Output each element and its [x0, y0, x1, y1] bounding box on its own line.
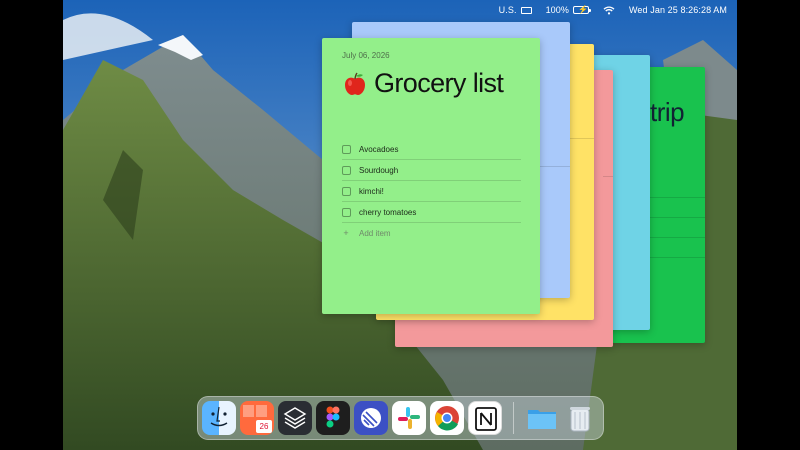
calendar-icon[interactable]: 26	[240, 401, 274, 435]
dock-divider	[513, 402, 514, 434]
checkbox[interactable]	[342, 186, 351, 196]
finder-icon[interactable]	[202, 401, 236, 435]
menu-bar: U.S. 100% ⚡ Wed Jan 25 8:26:28 AM	[63, 0, 737, 20]
item-label: Avocadoes	[359, 144, 399, 154]
plus-icon: +	[343, 228, 349, 238]
background-note-title: trip	[650, 97, 685, 127]
list-item[interactable]: kimchi!	[342, 181, 521, 202]
list-item[interactable]: Sourdough	[342, 160, 521, 181]
input-source-menu[interactable]: U.S.	[499, 5, 532, 15]
linear-icon[interactable]	[354, 401, 388, 435]
dock: 26	[197, 396, 604, 440]
item-label: Sourdough	[359, 165, 399, 175]
note-title-text: Grocery list	[374, 68, 504, 98]
checkbox[interactable]	[342, 207, 351, 217]
list-item[interactable]: Avocadoes	[342, 139, 521, 160]
note-card-grocery[interactable]: July 06, 2026 Grocery list Avocadoes Sou…	[322, 38, 540, 314]
trash-icon[interactable]	[563, 401, 597, 435]
add-item-button[interactable]: + Add item	[342, 223, 521, 243]
wifi-icon	[603, 5, 615, 14]
checkbox[interactable]	[342, 144, 351, 154]
battery-percent: 100%	[545, 5, 569, 15]
input-source-label: U.S.	[498, 5, 517, 15]
keyboard-icon	[520, 6, 532, 14]
item-label: kimchi!	[359, 186, 384, 196]
calendar-day: 26	[256, 420, 272, 433]
wifi-menu[interactable]	[603, 5, 615, 15]
checklist: Avocadoes Sourdough kimchi! cherry tomat…	[342, 139, 521, 243]
folder-icon[interactable]	[525, 401, 559, 435]
list-item[interactable]: cherry tomatoes	[342, 202, 521, 223]
note-title[interactable]: Grocery list	[342, 68, 504, 99]
figma-icon[interactable]	[316, 401, 350, 435]
checkbox[interactable]	[342, 165, 351, 175]
layers-icon[interactable]	[278, 401, 312, 435]
chrome-icon[interactable]	[430, 401, 464, 435]
notion-icon[interactable]	[468, 401, 502, 435]
note-date: July 06, 2026	[342, 51, 390, 60]
clock[interactable]: Wed Jan 25 8:26:28 AM	[629, 5, 727, 15]
add-item-label: Add item	[359, 228, 391, 238]
clock-text: Wed Jan 25 8:26:28 AM	[629, 5, 727, 15]
apple-icon	[345, 72, 365, 95]
battery-menu[interactable]: 100% ⚡	[545, 5, 591, 15]
item-label: cherry tomatoes	[359, 207, 417, 217]
slack-icon[interactable]	[392, 401, 426, 435]
battery-icon: ⚡	[573, 6, 591, 14]
